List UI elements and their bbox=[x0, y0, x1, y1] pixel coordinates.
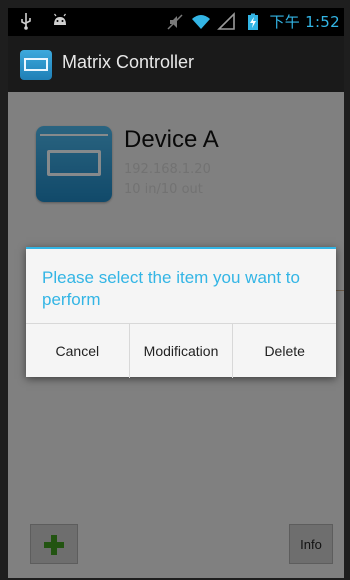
android-icon bbox=[54, 13, 66, 25]
phone-screen: 下午 1:52 Matrix Controller Device A 192.1… bbox=[8, 8, 344, 578]
dialog-button-row: Cancel Modification Delete bbox=[26, 323, 336, 378]
device-list: Device A 192.168.1.20 10 in/10 out Info … bbox=[8, 92, 344, 578]
dialog-title: Please select the item you want to perfo… bbox=[42, 268, 300, 309]
delete-button[interactable]: Delete bbox=[233, 324, 336, 378]
app-title: Matrix Controller bbox=[62, 52, 195, 72]
wifi-icon bbox=[192, 14, 211, 29]
dialog-accent-line bbox=[26, 247, 336, 249]
matrix-app-icon[interactable] bbox=[20, 50, 52, 80]
modification-button[interactable]: Modification bbox=[130, 324, 234, 378]
action-dialog: Please select the item you want to perfo… bbox=[26, 247, 336, 378]
status-time: 下午 1:52 bbox=[269, 13, 340, 31]
usb-icon bbox=[21, 13, 31, 30]
battery-charging-icon bbox=[248, 13, 259, 30]
status-bar: 下午 1:52 bbox=[8, 8, 344, 36]
action-bar: Matrix Controller bbox=[8, 36, 344, 93]
mute-icon bbox=[167, 13, 183, 30]
cancel-button[interactable]: Cancel bbox=[26, 324, 130, 378]
signal-icon bbox=[217, 11, 236, 30]
